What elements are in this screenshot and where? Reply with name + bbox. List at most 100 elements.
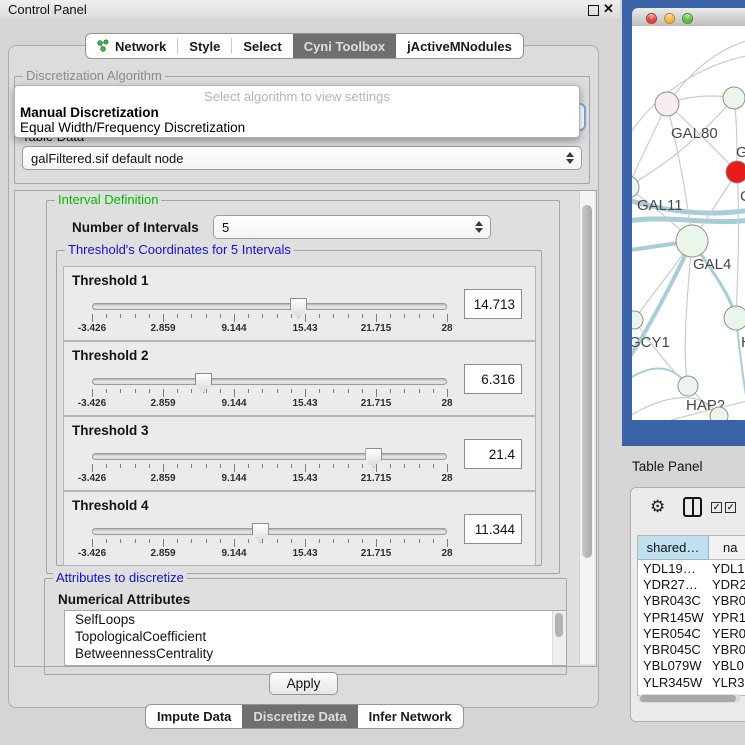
list-item[interactable]: TopologicalCoefficient bbox=[65, 628, 566, 645]
tick-mark bbox=[135, 539, 136, 543]
cell-name[interactable]: YPR1 bbox=[708, 610, 745, 625]
scrollbar-thumb[interactable] bbox=[640, 695, 736, 702]
dropdown-stepper-icon bbox=[566, 152, 574, 164]
cell-name[interactable]: YER0 bbox=[708, 626, 745, 641]
list-item[interactable]: BetweennessCentrality bbox=[65, 645, 566, 662]
table-row[interactable]: YLR345WYLR3 bbox=[638, 674, 745, 690]
tick-label: 9.144 bbox=[221, 473, 246, 484]
tick-mark bbox=[362, 464, 363, 468]
network-node-HAP2[interactable] bbox=[678, 376, 698, 396]
dropdown-option-equal-width[interactable]: Equal Width/Frequency Discretization bbox=[20, 120, 245, 135]
threshold-value-field[interactable]: 14.713 bbox=[464, 289, 522, 319]
network-canvas[interactable]: GAL80GCGAL11GAL4GCY1HHAP2 bbox=[632, 26, 745, 420]
table-row[interactable]: YBL079WYBL0 bbox=[638, 658, 745, 674]
threshold-slider-handle[interactable] bbox=[195, 373, 212, 393]
cell-name[interactable]: YDR2 bbox=[708, 577, 745, 592]
table-row[interactable]: YER054CYER0 bbox=[638, 625, 745, 641]
cell-shared-name[interactable]: YER054C bbox=[638, 626, 708, 641]
vertical-scrollbar[interactable] bbox=[579, 191, 595, 664]
tick-label: 21.715 bbox=[361, 473, 392, 484]
tab-jactivemnodules[interactable]: jActiveMNodules bbox=[396, 34, 523, 58]
network-node-C[interactable] bbox=[726, 161, 745, 183]
tab-impute-data[interactable]: Impute Data bbox=[146, 705, 242, 728]
close-light[interactable] bbox=[646, 13, 657, 24]
threshold-slider-track[interactable] bbox=[92, 378, 447, 385]
network-node-GCY1[interactable] bbox=[632, 311, 643, 329]
table-data-dropdown[interactable]: galFiltered.sif default node bbox=[22, 146, 582, 170]
network-node-H[interactable] bbox=[724, 306, 745, 330]
cell-name[interactable]: YDL1 bbox=[708, 561, 745, 576]
threshold-slider-track[interactable] bbox=[92, 453, 447, 460]
close-icon[interactable]: ✕ bbox=[603, 1, 614, 17]
cell-shared-name[interactable]: YPR145W bbox=[638, 610, 708, 625]
tab-style[interactable]: Style bbox=[178, 34, 231, 58]
scrollbar-thumb[interactable] bbox=[582, 205, 592, 558]
tick-mark bbox=[305, 464, 306, 472]
num-intervals-dropdown[interactable]: 5 bbox=[213, 215, 491, 239]
threshold-slider-handle[interactable] bbox=[365, 448, 382, 468]
tick-mark bbox=[305, 314, 306, 322]
tick-mark bbox=[419, 539, 420, 543]
tick-mark bbox=[262, 314, 263, 318]
apply-button[interactable]: Apply bbox=[269, 672, 338, 695]
cell-name[interactable]: YBR0 bbox=[708, 642, 745, 657]
tick-mark bbox=[149, 464, 150, 468]
cell-shared-name[interactable]: YBR043C bbox=[638, 593, 708, 608]
cell-shared-name[interactable]: YBL079W bbox=[638, 658, 708, 673]
list-scrollbar[interactable] bbox=[552, 611, 566, 665]
cell-shared-name[interactable]: YLR345W bbox=[638, 675, 708, 690]
horizontal-scrollbar[interactable] bbox=[638, 694, 741, 703]
scrollbar-thumb[interactable] bbox=[555, 613, 563, 637]
tick-mark bbox=[191, 314, 192, 318]
threshold-value-field[interactable]: 11.344 bbox=[464, 514, 522, 544]
table-row[interactable]: YBR043CYBR0 bbox=[638, 593, 745, 609]
table-row[interactable]: YBR045CYBR0 bbox=[638, 641, 745, 657]
zoom-light[interactable] bbox=[682, 13, 693, 24]
column-header-name[interactable]: na bbox=[709, 536, 745, 560]
threshold-slider-track[interactable] bbox=[92, 303, 447, 310]
column-header-shared[interactable]: shared… bbox=[638, 536, 709, 560]
group-title: Interval Definition bbox=[55, 193, 161, 207]
checkbox-icon[interactable]: ✓ bbox=[725, 502, 736, 513]
cell-name[interactable]: YLR3 bbox=[708, 675, 745, 690]
tick-mark bbox=[163, 539, 164, 547]
cell-shared-name[interactable]: YDL19… bbox=[638, 561, 708, 576]
tick-mark bbox=[348, 314, 349, 318]
network-node-GAL4[interactable] bbox=[676, 225, 708, 257]
network-node-GAL80[interactable] bbox=[655, 92, 679, 116]
tab-network[interactable]: Network bbox=[86, 34, 177, 58]
tick-mark bbox=[447, 314, 448, 322]
tab-cyni-toolbox[interactable]: Cyni Toolbox bbox=[293, 34, 396, 58]
tab-discretize-data[interactable]: Discretize Data bbox=[242, 705, 357, 728]
network-node-unnamed[interactable] bbox=[710, 407, 728, 420]
table-row[interactable]: YPR145WYPR1 bbox=[638, 609, 745, 625]
tick-mark bbox=[191, 389, 192, 393]
list-item[interactable]: SelfLoops bbox=[65, 611, 566, 628]
network-window-titlebar[interactable] bbox=[632, 8, 745, 27]
tab-infer-network[interactable]: Infer Network bbox=[358, 705, 463, 728]
threshold-slider-track[interactable] bbox=[92, 528, 447, 535]
threshold-value-field[interactable]: 21.4 bbox=[464, 439, 522, 469]
cell-name[interactable]: YBL0 bbox=[708, 658, 745, 673]
minimize-light[interactable] bbox=[664, 13, 675, 24]
table-row[interactable]: YDL19…YDL1 bbox=[638, 560, 745, 576]
tick-mark bbox=[234, 464, 235, 472]
tab-select[interactable]: Select bbox=[232, 34, 292, 58]
tick-mark bbox=[376, 539, 377, 547]
network-node-G[interactable] bbox=[723, 87, 745, 109]
float-window-icon[interactable] bbox=[588, 5, 599, 16]
cell-shared-name[interactable]: YDR27… bbox=[638, 577, 708, 592]
split-columns-icon[interactable] bbox=[683, 497, 702, 517]
cell-shared-name[interactable]: YBR045C bbox=[638, 642, 708, 657]
checkbox-icon[interactable]: ✓ bbox=[711, 502, 722, 513]
tick-mark bbox=[291, 539, 292, 543]
cell-name[interactable]: YBR0 bbox=[708, 593, 745, 608]
table-row[interactable]: YDR27…YDR2 bbox=[638, 576, 745, 592]
algorithm-dropdown-popup: Select algorithm to view settings Manual… bbox=[14, 85, 580, 138]
tick-mark bbox=[376, 389, 377, 397]
gear-icon[interactable]: ⚙ bbox=[650, 497, 665, 517]
threshold-value-field[interactable]: 6.316 bbox=[464, 364, 522, 394]
num-intervals-label: Number of Intervals bbox=[72, 220, 199, 235]
threshold-slider-handle[interactable] bbox=[252, 523, 269, 543]
dropdown-option-manual[interactable]: Manual Discretization bbox=[20, 105, 159, 120]
